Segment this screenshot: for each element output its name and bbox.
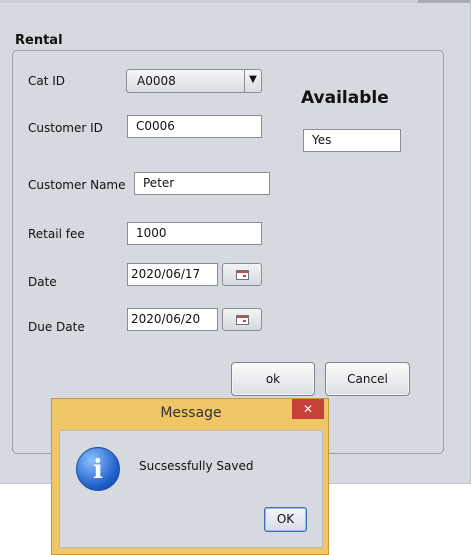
info-icon: i xyxy=(76,447,120,491)
cancel-button[interactable]: Cancel xyxy=(325,362,410,396)
cat-id-label: Cat ID xyxy=(28,74,66,88)
date-label: Date xyxy=(28,275,57,289)
customer-id-label: Customer ID xyxy=(28,121,103,135)
dropdown-arrow-icon[interactable]: ▼ xyxy=(244,70,261,92)
message-dialog: Message ✕ i Sucsessfully Saved OK xyxy=(51,398,329,555)
close-icon[interactable]: ✕ xyxy=(292,399,324,419)
date-picker-button[interactable] xyxy=(222,263,262,286)
cat-id-dropdown[interactable]: A0008 ▼ xyxy=(126,69,262,93)
retail-fee-label: Retail fee xyxy=(28,227,85,241)
dialog-ok-button[interactable]: OK xyxy=(264,507,307,532)
window-top-edge xyxy=(0,0,471,3)
availability-field[interactable]: Yes xyxy=(303,129,401,152)
dialog-body: i Sucsessfully Saved OK xyxy=(59,430,323,548)
window-top-edge-accent xyxy=(418,0,470,3)
cat-id-selected-value: A0008 xyxy=(137,74,176,88)
availability-heading: Available xyxy=(301,88,389,108)
due-date-picker-button[interactable] xyxy=(222,308,262,331)
due-date-field[interactable]: 2020/06/20 xyxy=(127,308,218,331)
calendar-icon xyxy=(236,270,249,280)
due-date-label: Due Date xyxy=(28,320,85,334)
panel-title: Rental xyxy=(15,33,63,48)
calendar-icon xyxy=(236,315,249,325)
ok-button[interactable]: ok xyxy=(231,362,315,396)
dialog-message: Sucsessfully Saved xyxy=(139,459,254,473)
date-field[interactable]: 2020/06/17 xyxy=(127,263,218,286)
dialog-title: Message xyxy=(160,405,222,421)
customer-id-field[interactable]: C0006 xyxy=(127,115,262,138)
customer-name-field[interactable]: Peter xyxy=(134,172,270,195)
retail-fee-field[interactable]: 1000 xyxy=(127,222,262,245)
customer-name-label: Customer Name xyxy=(28,178,126,192)
